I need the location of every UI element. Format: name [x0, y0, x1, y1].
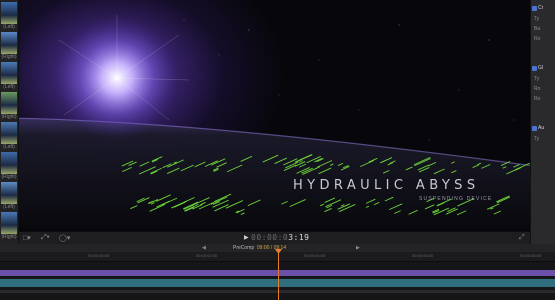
motion-app-window: (Left) (Right) (Left) (Right) (Left) (Right) (… — [0, 0, 555, 300]
clip-preview — [1, 152, 17, 174]
clip-label: (Right) — [1, 174, 17, 180]
timecode-display[interactable]: 00:00:03:19 — [251, 233, 309, 242]
inspector-panel: Cr Ty Ba Ro Gl Ty Ro Ro Au Ty — [530, 0, 555, 244]
playhead[interactable] — [278, 249, 279, 300]
clip-label: (Right) — [1, 54, 17, 60]
enable-checkbox[interactable] — [532, 66, 537, 71]
ruler-tick-label: 00:00:02:00 — [196, 253, 218, 258]
inspector-section-head[interactable]: Cr — [538, 5, 543, 11]
fullscreen-icon[interactable]: ⤢ — [519, 234, 525, 242]
clip-thumbnail[interactable]: (Right) — [1, 92, 17, 122]
inspector-param[interactable]: Ty — [534, 76, 539, 82]
clip-label: (Left) — [3, 24, 15, 30]
mask-tool-icon[interactable]: ◯▾ — [59, 234, 70, 242]
viewer-toolbar: □▾ ⤢▾ ◯▾ ▶ 00:00:03:19 ⤢ — [19, 231, 530, 244]
inspector-param[interactable]: Ty — [534, 136, 539, 142]
clip-preview — [1, 182, 17, 204]
transform-tool-icon[interactable]: ⤢▾ — [41, 234, 50, 242]
enable-checkbox[interactable] — [532, 126, 537, 131]
clip-thumbnail[interactable]: (Right) — [1, 152, 17, 182]
ruler-tick-label: 00:00:06:00 — [412, 253, 434, 258]
clip-thumbnail[interactable]: (Right) — [1, 212, 17, 242]
clip-preview — [1, 2, 17, 24]
overlay-subtitle: SUSPENDING DEVICE — [419, 196, 493, 202]
inspector-param[interactable]: Ro — [534, 36, 540, 42]
clip-preview — [1, 32, 17, 54]
ruler-tick-label: 00:00:04:00 — [304, 253, 326, 258]
enable-checkbox[interactable] — [532, 6, 537, 11]
clip-label: (Left) — [3, 84, 15, 90]
clip-thumbnail[interactable]: (Left) — [1, 62, 17, 92]
timecode-lit: 3:19 — [288, 233, 310, 242]
inspector-section-head[interactable]: Gl — [538, 65, 543, 71]
canvas-viewer[interactable]: HYDRAULIC ABYSS SUSPENDING DEVICE — [19, 0, 530, 231]
ruler-tick-label: 00:00:00:00 — [88, 253, 110, 258]
clip-thumbnail[interactable]: (Right) — [1, 32, 17, 62]
timecode-dim: 00:00:0 — [251, 233, 289, 242]
clip-thumbnail[interactable]: (Left) — [1, 122, 17, 152]
inspector-param[interactable]: Ro — [534, 96, 540, 102]
clip-preview — [1, 92, 17, 114]
inspector-param[interactable]: Ro — [534, 86, 540, 92]
clip-label: (Left) — [3, 144, 15, 150]
prev-arrow-icon[interactable]: ◀ — [202, 244, 206, 252]
next-arrow-icon[interactable]: ▶ — [356, 244, 360, 252]
inspector-param[interactable]: Ba — [534, 26, 540, 32]
ruler-tick-label: 00:00:08:00 — [520, 253, 542, 258]
clip-preview — [1, 62, 17, 84]
play-icon[interactable]: ▶ — [244, 234, 249, 241]
clip-preview — [1, 212, 17, 234]
inspector-param[interactable]: Ty — [534, 16, 539, 22]
clip-thumbnail[interactable]: (Left) — [1, 2, 17, 32]
time-display: 09:00 / 09:14 — [256, 245, 287, 251]
clip-label: (Left) — [3, 204, 15, 210]
view-options-icon[interactable]: □▾ — [23, 234, 31, 242]
clip-thumbnail[interactable]: (Left) — [1, 182, 17, 212]
inspector-section-head[interactable]: Au — [538, 125, 544, 131]
clip-label: (Right) — [1, 114, 17, 120]
clip-preview — [1, 122, 17, 144]
clip-browser-strip: (Left) (Right) (Left) (Right) (Left) (Right) (… — [0, 0, 19, 244]
overlay-title: HYDRAULIC ABYSS — [293, 178, 480, 193]
project-name: PreComp — [233, 245, 255, 251]
clip-label: (Right) — [1, 234, 17, 240]
